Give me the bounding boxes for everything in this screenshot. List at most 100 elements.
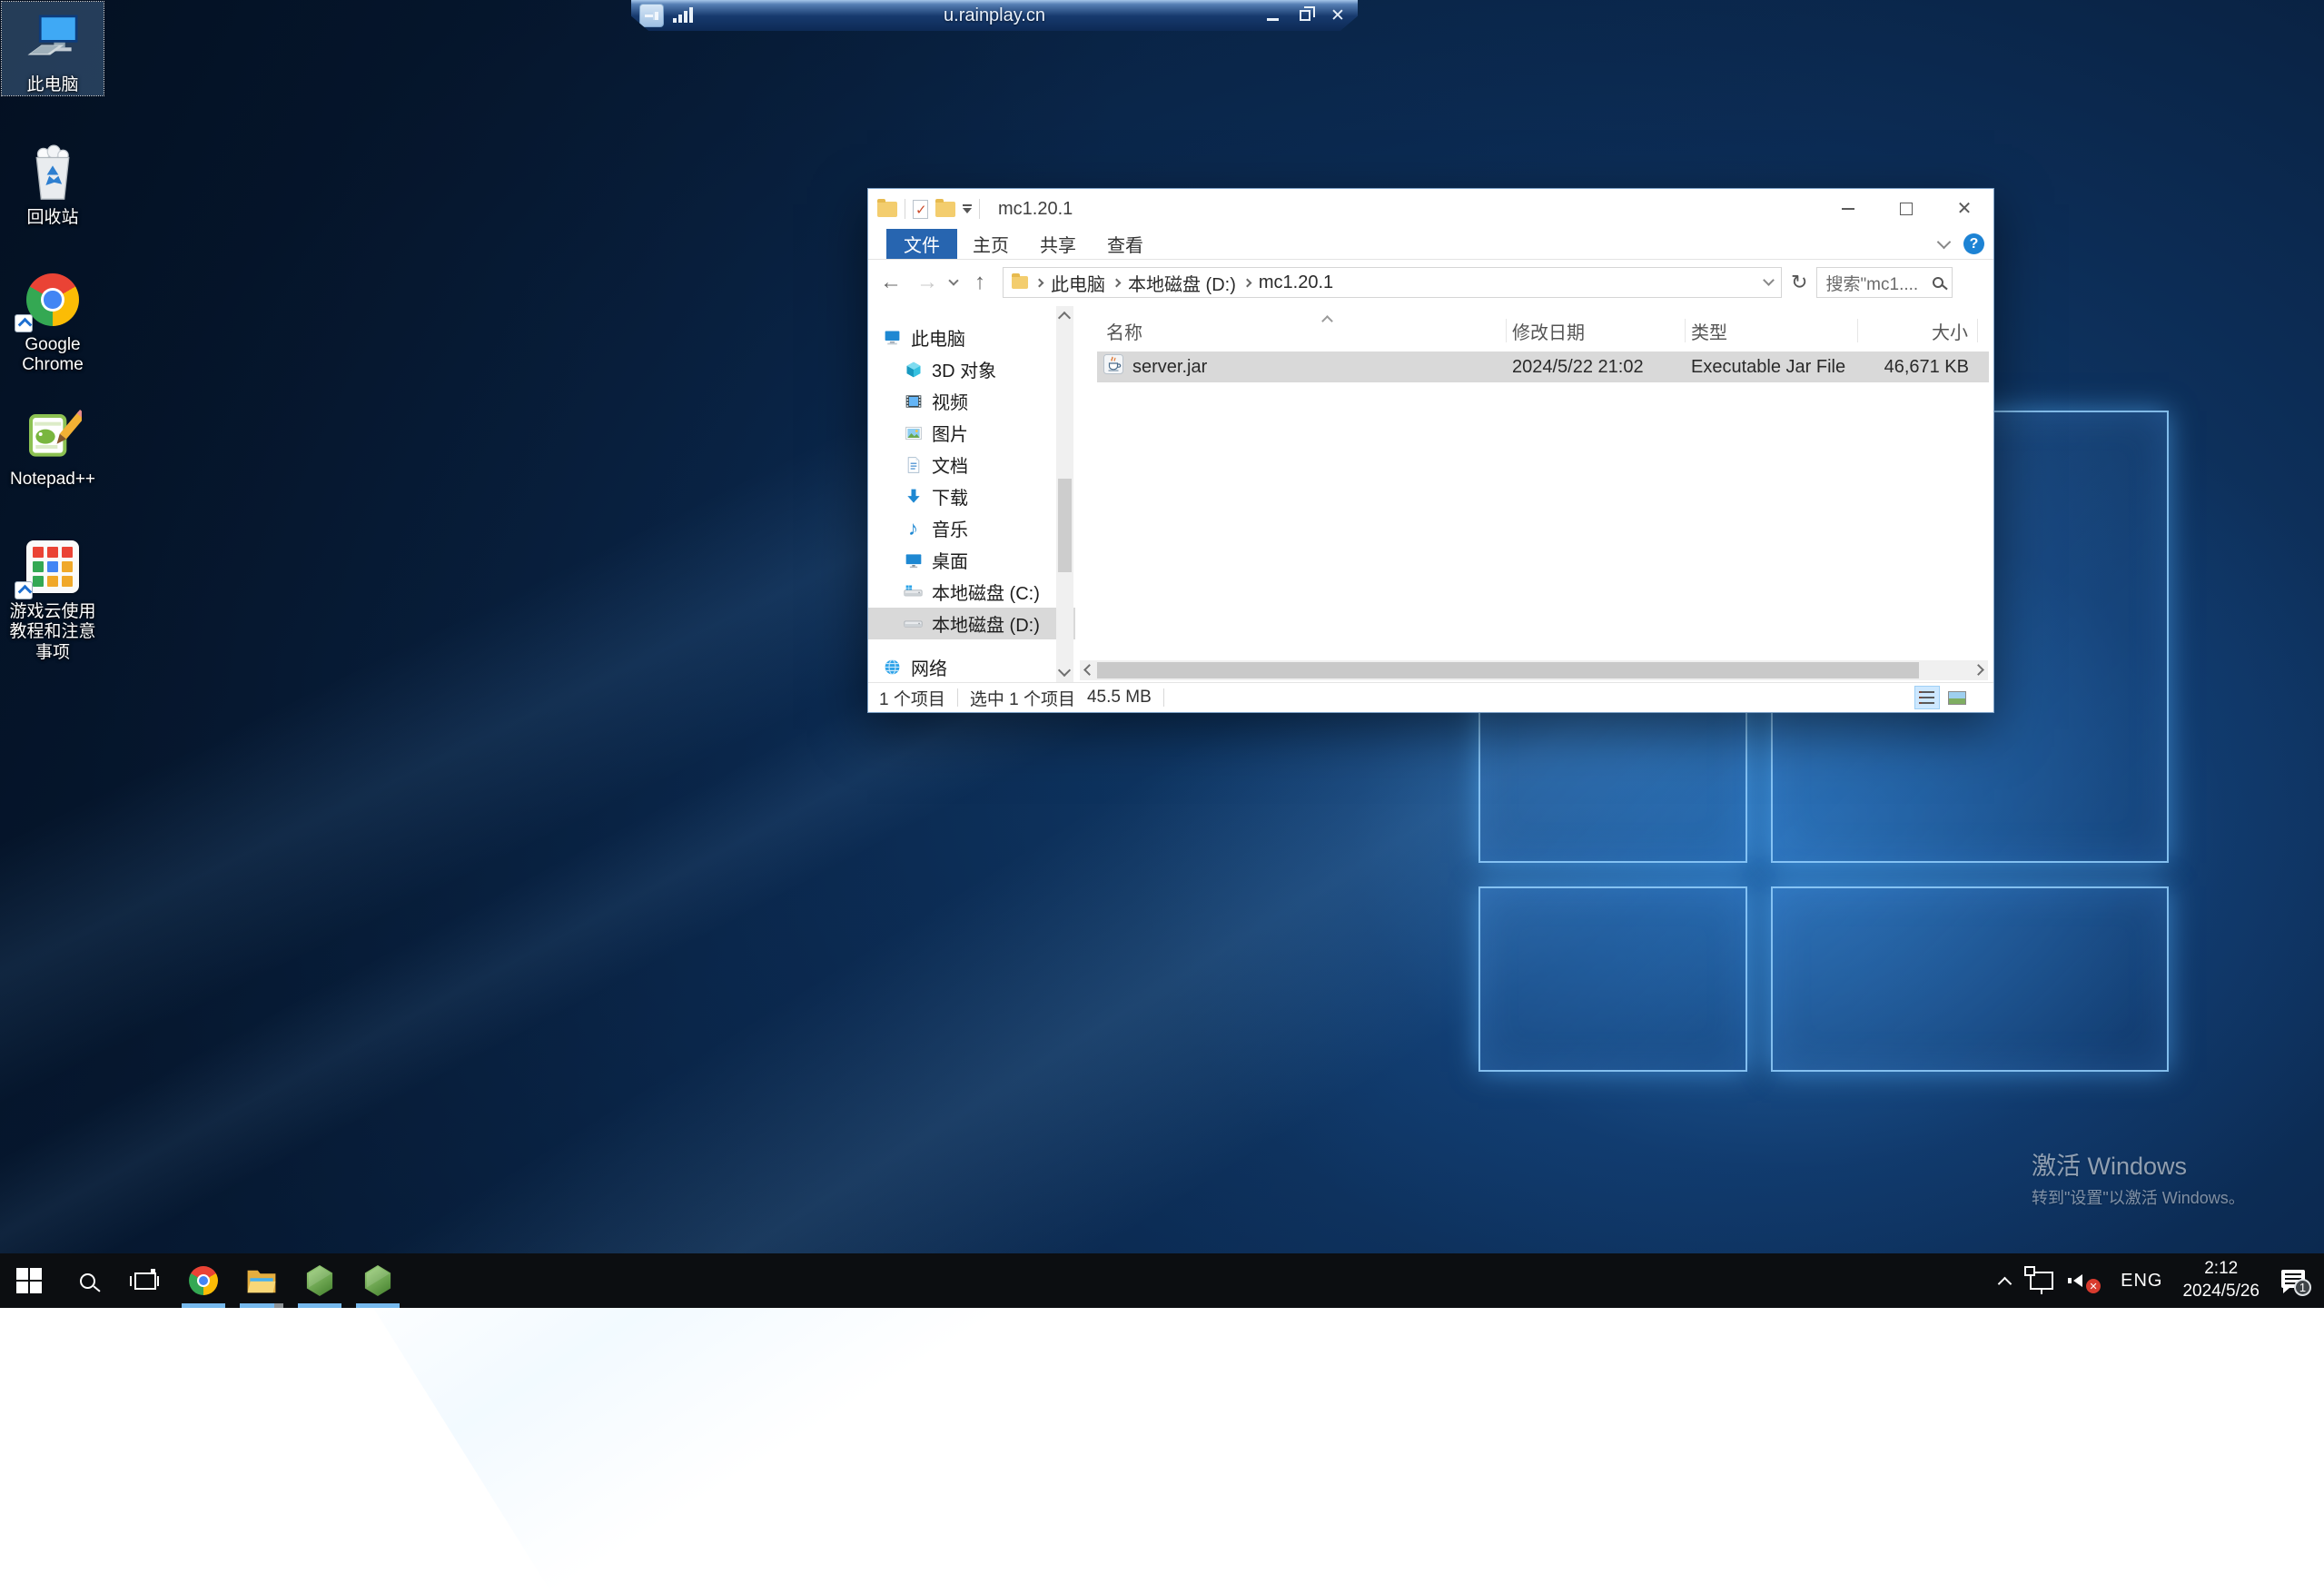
maximize-button[interactable] bbox=[1877, 189, 1935, 229]
file-list-pane[interactable]: 名称 修改日期 类型 大小 server.jar 2024/5/22 21:02… bbox=[1075, 306, 1993, 682]
pin-button[interactable] bbox=[639, 4, 664, 27]
volume-muted-icon: ✕ bbox=[2073, 1270, 2101, 1292]
language-indicator[interactable]: ENG bbox=[2112, 1253, 2171, 1308]
sidebar-item-downloads[interactable]: 下载 bbox=[868, 480, 1075, 512]
column-header-size[interactable]: 大小 bbox=[1858, 319, 1978, 342]
search-input[interactable]: 搜索"mc1.... bbox=[1816, 267, 1953, 298]
cube-icon bbox=[904, 360, 923, 379]
sidebar-item-music[interactable]: ♪ 音乐 bbox=[868, 512, 1075, 544]
sidebar-item-local-disk-d[interactable]: 本地磁盘 (D:) bbox=[868, 608, 1075, 639]
breadcrumb-separator-icon bbox=[1113, 278, 1122, 287]
desktop-icon-notepad-plus-plus[interactable]: Notepad++ bbox=[2, 396, 104, 490]
file-explorer-window: mc1.20.1 ✕ 文件 主页 共享 查看 ? ← → ↑ 此电脑 本地磁盘 … bbox=[867, 188, 1994, 713]
desktop-monitor-icon bbox=[904, 550, 923, 569]
refresh-button[interactable]: ↻ bbox=[1791, 271, 1807, 294]
column-header-name[interactable]: 名称 bbox=[1101, 319, 1507, 342]
this-pc-icon bbox=[2, 7, 104, 73]
item-count: 1 个项目 bbox=[879, 686, 945, 710]
customize-quick-access-button[interactable] bbox=[963, 204, 972, 213]
desktop-icon-this-pc[interactable]: 此电脑 bbox=[2, 2, 104, 95]
column-header-date-modified[interactable]: 修改日期 bbox=[1507, 319, 1686, 342]
volume-tray-button[interactable]: ✕ bbox=[2065, 1253, 2109, 1308]
taskbar: ✕ ENG 2:12 2024/5/26 1 bbox=[0, 1253, 2324, 1308]
tab-home[interactable]: 主页 bbox=[957, 229, 1024, 259]
tab-view[interactable]: 查看 bbox=[1092, 229, 1159, 259]
properties-icon[interactable] bbox=[913, 200, 928, 219]
tab-file[interactable]: 文件 bbox=[886, 229, 957, 259]
rdp-close-button[interactable]: ✕ bbox=[1329, 6, 1347, 25]
show-hidden-icons-button[interactable] bbox=[1992, 1253, 2018, 1308]
details-view-button[interactable] bbox=[1914, 686, 1940, 709]
breadcrumb-current-folder[interactable]: mc1.20.1 bbox=[1259, 272, 1333, 293]
details-view-icon bbox=[1920, 691, 1934, 704]
back-button[interactable]: ← bbox=[877, 270, 905, 295]
rdp-restore-button[interactable] bbox=[1296, 6, 1314, 25]
signal-strength-icon bbox=[673, 7, 693, 23]
sidebar-item-3d-objects[interactable]: 3D 对象 bbox=[868, 353, 1075, 385]
taskbar-file-explorer-button[interactable] bbox=[232, 1253, 291, 1308]
action-center-button[interactable]: 1 bbox=[2271, 1253, 2317, 1308]
shortcut-arrow-icon bbox=[15, 314, 33, 332]
expand-ribbon-chevron-icon[interactable] bbox=[1937, 234, 1952, 249]
sidebar-item-this-pc[interactable]: 此电脑 bbox=[868, 322, 1075, 353]
desktop-icon-google-chrome[interactable]: Google Chrome bbox=[2, 262, 104, 376]
column-header-type[interactable]: 类型 bbox=[1686, 319, 1858, 342]
explorer-titlebar[interactable]: mc1.20.1 ✕ bbox=[868, 189, 1993, 229]
tab-share[interactable]: 共享 bbox=[1024, 229, 1092, 259]
clock[interactable]: 2:12 2024/5/26 bbox=[2174, 1253, 2268, 1308]
sidebar-item-network[interactable]: 网络 bbox=[868, 651, 1075, 683]
desktop-icon-game-cloud-guide[interactable]: 游戏云使用教程和注意事项 bbox=[2, 529, 104, 663]
taskbar-chrome-button[interactable] bbox=[174, 1253, 232, 1308]
thumbnails-view-button[interactable] bbox=[1944, 686, 1970, 709]
forward-button[interactable]: → bbox=[914, 270, 941, 295]
address-dropdown-chevron-icon[interactable] bbox=[1763, 274, 1775, 286]
chrome-icon bbox=[189, 1266, 218, 1295]
sidebar-scrollbar[interactable] bbox=[1056, 306, 1073, 682]
file-name: server.jar bbox=[1132, 357, 1207, 378]
taskbar-search-button[interactable] bbox=[58, 1253, 116, 1308]
horizontal-scrollbar[interactable] bbox=[1080, 660, 1988, 680]
hexagon-app-icon bbox=[306, 1265, 333, 1296]
folder-icon bbox=[1012, 276, 1028, 289]
minimize-button[interactable] bbox=[1819, 189, 1877, 229]
scroll-up-icon[interactable] bbox=[1058, 312, 1071, 324]
sidebar-item-local-disk-c[interactable]: 本地磁盘 (C:) bbox=[868, 576, 1075, 608]
search-placeholder: 搜索"mc1.... bbox=[1825, 271, 1918, 295]
new-folder-icon[interactable] bbox=[935, 202, 955, 217]
sidebar-item-videos[interactable]: 视频 bbox=[868, 385, 1075, 417]
file-row-server-jar[interactable]: server.jar 2024/5/22 21:02 Executable Ja… bbox=[1097, 351, 1989, 382]
restore-icon bbox=[1300, 10, 1310, 21]
breadcrumb-local-disk-d[interactable]: 本地磁盘 (D:) bbox=[1128, 270, 1236, 296]
scrollbar-thumb[interactable] bbox=[1058, 479, 1072, 572]
rdp-minimize-button[interactable] bbox=[1263, 6, 1281, 25]
breadcrumb[interactable]: 此电脑 本地磁盘 (D:) mc1.20.1 bbox=[1003, 267, 1782, 298]
help-button[interactable]: ? bbox=[1963, 233, 1984, 254]
sidebar-item-label: 视频 bbox=[932, 388, 968, 414]
taskbar-node-app-2-button[interactable] bbox=[349, 1253, 407, 1308]
network-tray-button[interactable] bbox=[2022, 1253, 2062, 1308]
close-button[interactable]: ✕ bbox=[1935, 189, 1993, 229]
ribbon-tabs: 文件 主页 共享 查看 ? bbox=[868, 229, 1993, 260]
rdp-connection-bar: u.rainplay.cn ✕ bbox=[631, 0, 1358, 31]
scroll-left-icon[interactable] bbox=[1083, 664, 1095, 676]
task-view-button[interactable] bbox=[116, 1253, 174, 1308]
taskbar-node-app-button[interactable] bbox=[291, 1253, 349, 1308]
up-button[interactable]: ↑ bbox=[966, 270, 994, 295]
sidebar-item-pictures[interactable]: 图片 bbox=[868, 417, 1075, 449]
scroll-down-icon[interactable] bbox=[1058, 664, 1071, 677]
video-icon bbox=[904, 391, 923, 411]
desktop-icon-recycle-bin[interactable]: 回收站 bbox=[2, 134, 104, 228]
hexagon-app-icon bbox=[364, 1265, 391, 1296]
scroll-right-icon[interactable] bbox=[1973, 664, 1984, 676]
breadcrumb-this-pc[interactable]: 此电脑 bbox=[1051, 270, 1105, 296]
scrollbar-thumb[interactable] bbox=[1097, 662, 1919, 678]
sidebar-item-desktop[interactable]: 桌面 bbox=[868, 544, 1075, 576]
status-bar: 1 个项目 选中 1 个项目 45.5 MB bbox=[868, 682, 1993, 712]
recent-locations-chevron-icon[interactable] bbox=[948, 275, 958, 285]
close-icon: ✕ bbox=[1957, 200, 1973, 218]
shortcut-arrow-icon bbox=[15, 581, 33, 599]
selected-size: 45.5 MB bbox=[1087, 688, 1152, 708]
start-button[interactable] bbox=[0, 1253, 58, 1308]
document-icon bbox=[904, 455, 923, 474]
sidebar-item-documents[interactable]: 文档 bbox=[868, 449, 1075, 480]
